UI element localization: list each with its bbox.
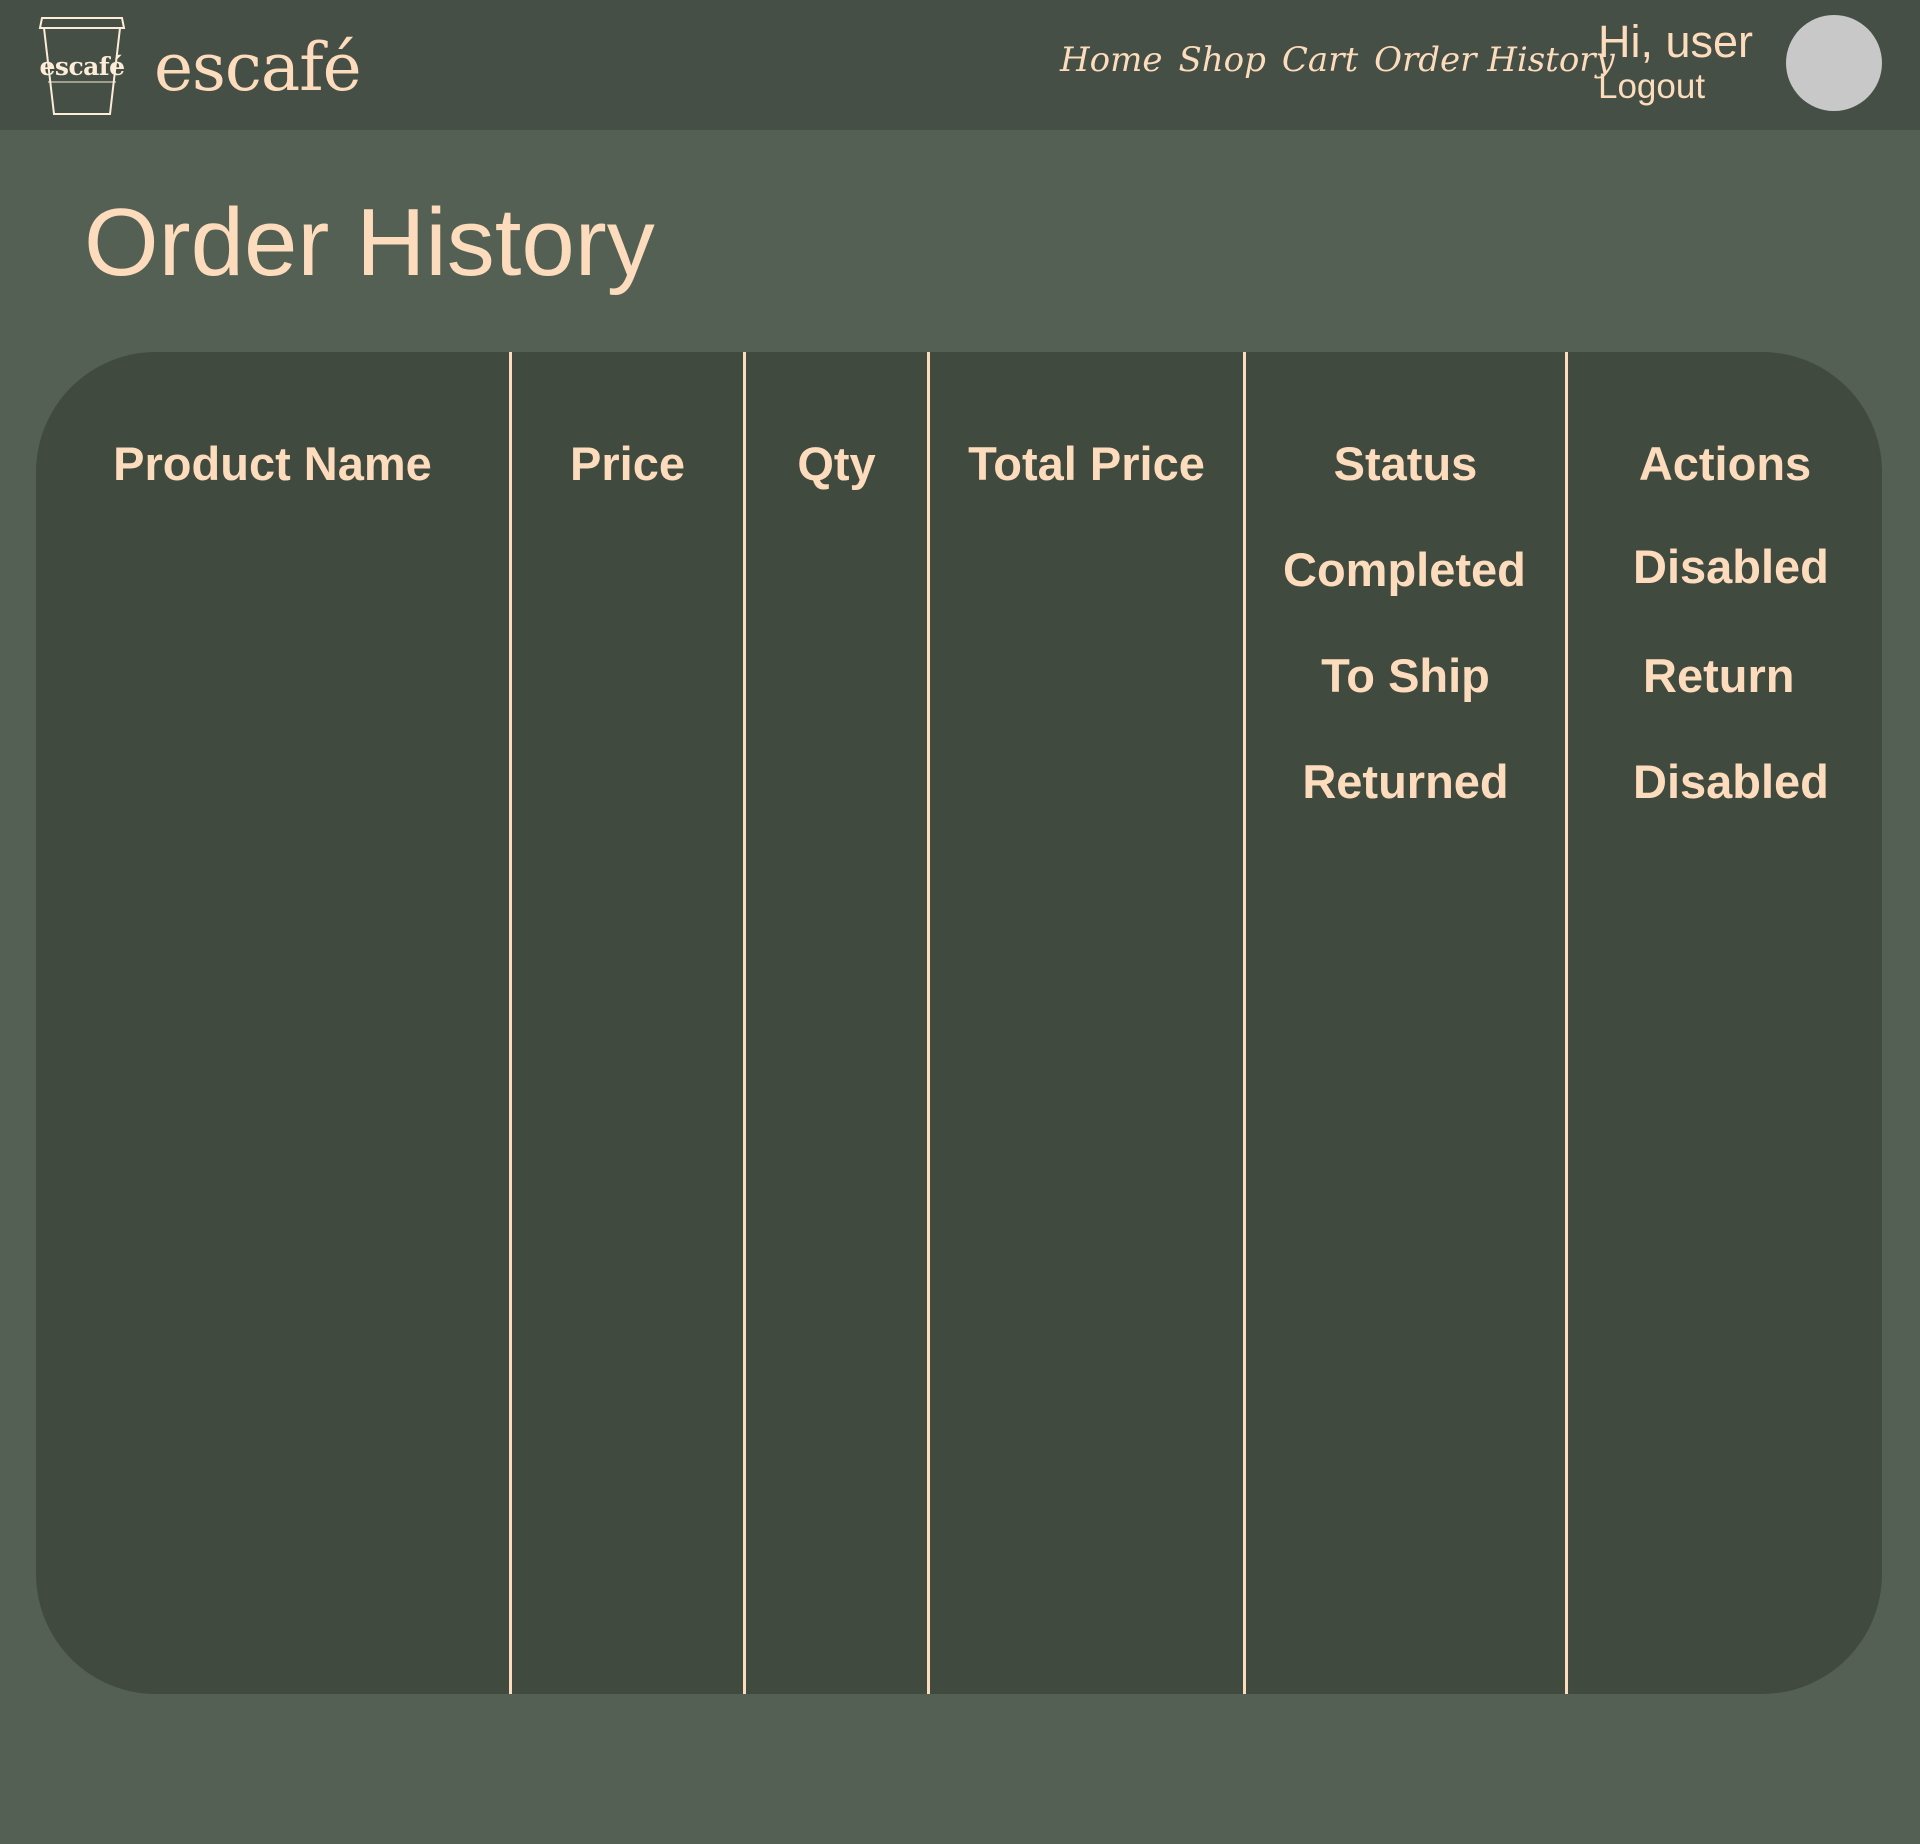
header-actions: Actions	[1638, 437, 1812, 490]
logo-word: escafé	[39, 52, 125, 81]
nav-order-history-link[interactable]: Order History	[1374, 40, 1615, 80]
header-price: Price	[570, 437, 685, 490]
header-status: Status	[1333, 437, 1478, 490]
column-divider	[509, 352, 512, 1694]
order-history-table: Product Name Price Qty Total Price Statu…	[36, 352, 1882, 1694]
nav-cart-link[interactable]: Cart	[1282, 40, 1358, 80]
column-divider	[1243, 352, 1246, 1694]
action-cell-return-button[interactable]: Return	[1643, 648, 1882, 704]
logo-cup-icon[interactable]: escafé	[34, 14, 130, 118]
brand-name[interactable]: escafé	[154, 28, 362, 108]
header-product-name: Product Name	[113, 437, 432, 490]
header-qty: Qty	[797, 437, 876, 490]
header-total-price: Total Price	[968, 437, 1205, 490]
action-cell-disabled[interactable]: Disabled	[1633, 754, 1873, 810]
nav-home-link[interactable]: Home	[1060, 40, 1162, 80]
action-cell-disabled[interactable]: Disabled	[1633, 539, 1873, 595]
main-nav: Home Shop Cart Order History	[1060, 40, 1615, 80]
column-divider	[743, 352, 746, 1694]
status-cell: To Ship	[1321, 649, 1490, 702]
avatar[interactable]	[1786, 15, 1882, 111]
nav-shop-link[interactable]: Shop	[1178, 40, 1265, 80]
logout-link[interactable]: Logout	[1598, 66, 1705, 108]
top-navbar: escafé escafé Home Shop Cart Order Histo…	[0, 0, 1920, 130]
user-greeting: Hi, user	[1598, 16, 1754, 67]
page-title: Order History	[84, 189, 655, 296]
column-divider	[927, 352, 930, 1694]
status-cell: Returned	[1302, 755, 1509, 808]
status-cell: Completed	[1283, 543, 1526, 596]
